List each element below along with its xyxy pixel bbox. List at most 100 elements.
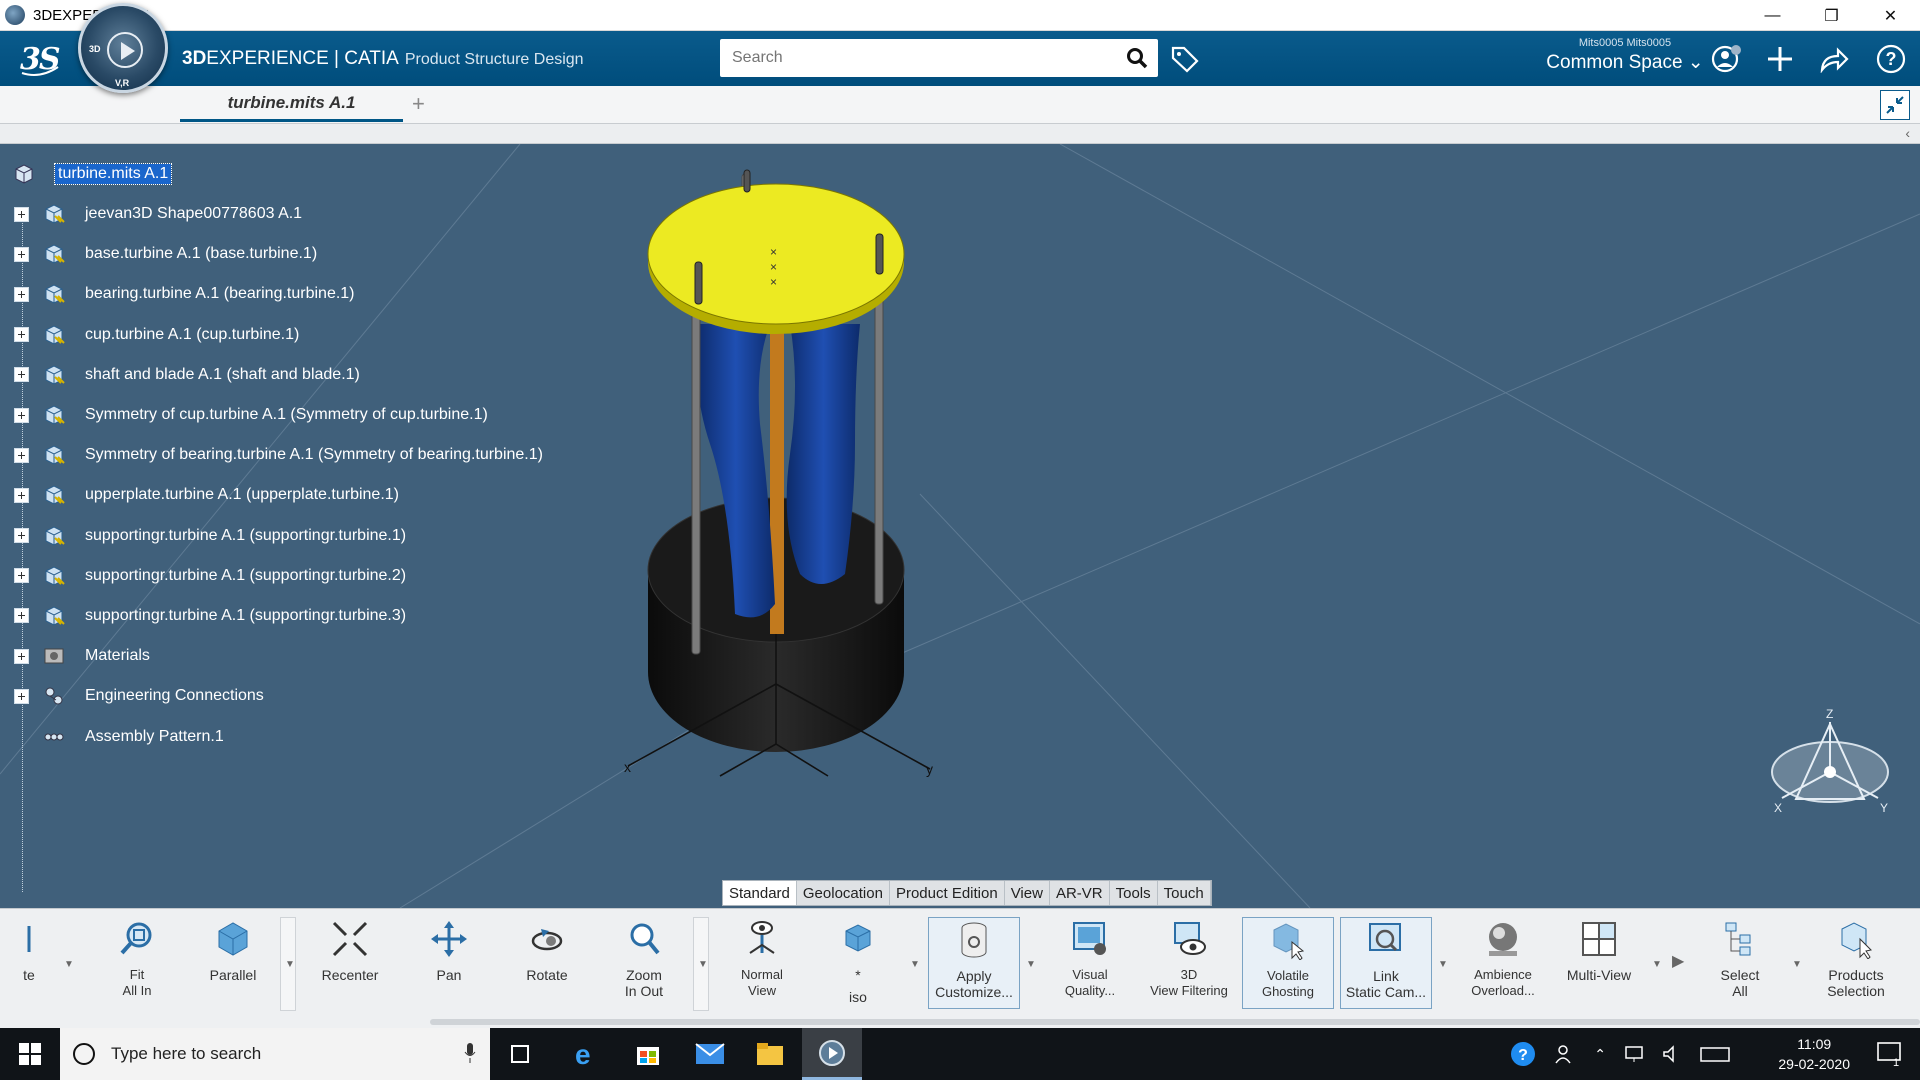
tree-item-label[interactable]: supportingr.turbine A.1 (supportingr.tur… xyxy=(85,607,406,625)
link-static-camera-button[interactable]: Link Static Cam... xyxy=(1340,917,1432,1009)
microphone-icon[interactable] xyxy=(464,1043,476,1063)
taskbar-search[interactable]: Type here to search xyxy=(60,1028,490,1080)
toolbar-tab-geolocation[interactable]: Geolocation xyxy=(797,881,890,905)
tree-item[interactable]: supportingr.turbine A.1 (supportingr.tur… xyxy=(0,556,620,596)
toolbar-tab-touch[interactable]: Touch xyxy=(1158,881,1211,905)
iso-view-button[interactable]: * iso xyxy=(830,917,886,1009)
3dexperience-taskbar-icon[interactable] xyxy=(802,1028,862,1080)
ds-logo-icon[interactable]: 3S xyxy=(18,39,62,87)
ambience-overload-button[interactable]: Ambience Overload... xyxy=(1460,917,1546,1009)
multi-view-button[interactable]: Multi-View xyxy=(1558,917,1640,1009)
chevron-down-icon[interactable]: ▼ xyxy=(698,959,708,970)
chevron-down-icon[interactable]: ▼ xyxy=(285,959,295,970)
toolbar-tab-standard[interactable]: Standard xyxy=(723,881,797,905)
collapse-icon[interactable] xyxy=(1880,90,1910,120)
toolbar-tab-product-edition[interactable]: Product Edition xyxy=(890,881,1005,905)
notification-icon[interactable]: 1 xyxy=(1860,1028,1920,1080)
toolbar-tab-tools[interactable]: Tools xyxy=(1110,881,1158,905)
chevron-down-icon[interactable]: ▼ xyxy=(1652,959,1662,970)
chevron-down-icon[interactable]: ▼ xyxy=(910,959,920,970)
add-tab-button[interactable]: + xyxy=(412,91,425,117)
tree-item-label[interactable]: Engineering Connections xyxy=(85,687,264,705)
compass-widget[interactable]: 3D V,R xyxy=(78,3,168,93)
chevron-down-icon[interactable]: ▼ xyxy=(1792,959,1802,970)
select-all-button[interactable]: Select All xyxy=(1708,917,1772,1009)
taskbar-clock[interactable]: 11:09 29-02-2020 xyxy=(1778,1034,1850,1074)
chevron-up-icon[interactable]: ⌃ xyxy=(1594,1046,1606,1063)
tree-item[interactable]: base.turbine A.1 (base.turbine.1) xyxy=(0,234,620,274)
tree-item[interactable]: shaft and blade A.1 (shaft and blade.1) xyxy=(0,355,620,395)
help-icon[interactable]: ? xyxy=(1874,42,1908,76)
expand-icon[interactable] xyxy=(14,327,29,343)
restore-button[interactable]: ❐ xyxy=(1802,0,1861,31)
chevron-down-icon[interactable]: ▼ xyxy=(1438,959,1448,970)
tree-item-label[interactable]: Symmetry of cup.turbine A.1 (Symmetry of… xyxy=(85,406,488,424)
network-icon[interactable] xyxy=(1624,1045,1644,1063)
scroll-thumb[interactable] xyxy=(430,1019,1920,1025)
normal-view-button[interactable]: Normal View xyxy=(727,917,797,1009)
tree-item-label[interactable]: shaft and blade A.1 (shaft and blade.1) xyxy=(85,366,360,384)
tree-item[interactable]: Symmetry of bearing.turbine A.1 (Symmetr… xyxy=(0,435,620,475)
tree-item[interactable]: Materials xyxy=(0,636,620,676)
expand-icon[interactable] xyxy=(14,608,29,624)
start-button[interactable] xyxy=(0,1028,60,1080)
mail-icon[interactable] xyxy=(680,1028,740,1080)
close-button[interactable]: ✕ xyxy=(1861,0,1920,31)
rotate-button[interactable]: Rotate xyxy=(512,917,582,1009)
edge-icon[interactable]: e xyxy=(556,1028,616,1080)
expand-icon[interactable] xyxy=(14,528,29,544)
keyboard-icon[interactable] xyxy=(1700,1045,1730,1063)
search-box[interactable] xyxy=(720,39,1158,77)
toolbar-tab-view[interactable]: View xyxy=(1005,881,1050,905)
search-icon[interactable] xyxy=(1126,47,1148,69)
tree-item-label[interactable]: upperplate.turbine A.1 (upperplate.turbi… xyxy=(85,486,399,504)
zoom-in-out-button[interactable]: Zoom In Out xyxy=(612,917,676,1009)
minimize-button[interactable]: — xyxy=(1743,0,1802,31)
user-block[interactable]: Mits0005 Mits0005 Common Space ⌄ xyxy=(1530,37,1720,74)
chevron-down-icon[interactable]: ▼ xyxy=(1026,959,1036,970)
visual-quality-button[interactable]: Visual Quality... xyxy=(1055,917,1125,1009)
tree-item[interactable]: cup.turbine A.1 (cup.turbine.1) xyxy=(0,315,620,355)
expand-icon[interactable] xyxy=(14,447,29,463)
view-filtering-button[interactable]: 3D View Filtering xyxy=(1146,917,1232,1009)
volatile-ghosting-button[interactable]: Volatile Ghosting xyxy=(1242,917,1334,1009)
tree-item-label[interactable]: jeevan3D Shape00778603 A.1 xyxy=(85,205,302,223)
taskbar-search-text[interactable]: Type here to search xyxy=(111,1044,261,1064)
tree-item[interactable]: upperplate.turbine A.1 (upperplate.turbi… xyxy=(0,475,620,515)
expand-icon[interactable] xyxy=(14,246,29,262)
tree-item[interactable]: bearing.turbine A.1 (bearing.turbine.1) xyxy=(0,274,620,314)
expand-icon[interactable] xyxy=(14,367,29,383)
tree-item-label[interactable]: base.turbine A.1 (base.turbine.1) xyxy=(85,245,317,263)
recenter-button[interactable]: Recenter xyxy=(315,917,385,1009)
chevron-right-icon[interactable]: ▶ xyxy=(1672,951,1684,971)
tree-item[interactable]: supportingr.turbine A.1 (supportingr.tur… xyxy=(0,516,620,556)
user-profile-icon[interactable] xyxy=(1710,42,1744,76)
expand-icon[interactable] xyxy=(14,648,29,664)
tree-item[interactable]: supportingr.turbine A.1 (supportingr.tur… xyxy=(0,596,620,636)
apply-customize-button[interactable]: Apply Customize... xyxy=(928,917,1020,1009)
tree-item-label[interactable]: supportingr.turbine A.1 (supportingr.tur… xyxy=(85,567,406,585)
add-icon[interactable] xyxy=(1763,42,1797,76)
help-tray-icon[interactable]: ? xyxy=(1510,1041,1536,1067)
tree-item[interactable]: Engineering Connections xyxy=(0,676,620,716)
search-input[interactable] xyxy=(720,39,1100,77)
tree-item-label[interactable]: bearing.turbine A.1 (bearing.turbine.1) xyxy=(85,285,355,303)
tree-item-label[interactable]: Materials xyxy=(85,647,150,665)
expand-icon[interactable] xyxy=(14,568,29,584)
products-selection-button[interactable]: Products Selection xyxy=(1812,917,1900,1009)
action-bar-scrollbar[interactable] xyxy=(40,1017,1920,1027)
fit-all-in-button[interactable]: Fit All In xyxy=(105,917,169,1009)
expand-icon[interactable] xyxy=(14,688,29,704)
collab-space[interactable]: Common Space ⌄ xyxy=(1530,51,1720,74)
expand-icon[interactable] xyxy=(14,286,29,302)
tab-turbine[interactable]: turbine.mits A.1 xyxy=(180,86,403,122)
tree-item[interactable]: jeevan3D Shape00778603 A.1 xyxy=(0,194,620,234)
tree-item-label[interactable]: Symmetry of bearing.turbine A.1 (Symmetr… xyxy=(85,446,543,464)
volume-icon[interactable] xyxy=(1662,1045,1682,1063)
tree-item-label[interactable]: supportingr.turbine A.1 (supportingr.tur… xyxy=(85,527,406,545)
play-icon[interactable] xyxy=(107,32,143,68)
tree-root[interactable]: turbine.mits A.1 xyxy=(0,154,620,194)
chevron-left-icon[interactable]: ‹ xyxy=(1905,125,1910,141)
tag-icon[interactable] xyxy=(1170,45,1200,73)
orientation-compass[interactable]: Z X Y xyxy=(1760,704,1900,834)
